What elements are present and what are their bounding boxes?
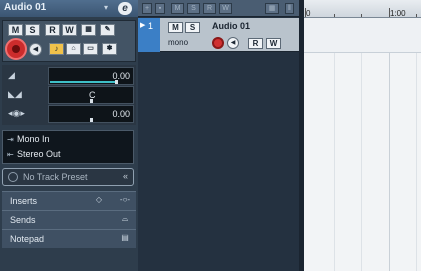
volume-row: ◢ 0.00	[2, 67, 136, 85]
add-track-icon[interactable]: +	[142, 3, 152, 14]
global-mute-icon[interactable]: ▪	[155, 3, 165, 14]
divider-icon[interactable]: ‖	[285, 3, 294, 14]
track-list: + ▪ M S R W ▦ ‖ ▶ 1 M S Audio 01 mono ◀ …	[138, 0, 304, 271]
volume-level-bar	[50, 81, 118, 83]
lanes-icon[interactable]: ▭	[83, 43, 98, 55]
sends-icon: ⌓	[121, 214, 129, 223]
expand-arrow-icon[interactable]: ▶	[140, 21, 145, 29]
grid-line	[361, 18, 362, 271]
edit-channel-button[interactable]: e	[118, 2, 132, 15]
grid-icon[interactable]: ▦	[81, 24, 96, 36]
pan-icon: ◣◢	[8, 89, 22, 99]
grid-line	[389, 18, 390, 271]
notepad-label: Notepad	[10, 234, 45, 244]
channel-faders: ◢ 0.00 ◣◢ C ◂◉▸ 0.00	[2, 65, 136, 125]
ruler-tick	[334, 14, 335, 17]
track-list-toolbar: + ▪ M S R W ▦ ‖	[138, 0, 304, 17]
bypass-icon[interactable]: ◇	[96, 195, 102, 204]
track-solo-button[interactable]: S	[185, 22, 200, 33]
volume-ramp-icon: ◢	[8, 70, 15, 80]
delay-handle[interactable]	[90, 118, 93, 122]
lock-icon[interactable]: ⌂	[66, 43, 81, 55]
chevron-down-icon[interactable]: ▾	[104, 4, 113, 12]
notepad-icon: ▤	[121, 233, 129, 242]
volume-field[interactable]: 0.00	[48, 67, 134, 85]
inspector-title-bar[interactable]: Audio 01 ▾ e	[0, 0, 138, 17]
output-routing[interactable]: ⇤ Stereo Out	[7, 147, 61, 162]
pan-field[interactable]: C	[48, 86, 134, 104]
track-record-button[interactable]	[212, 37, 224, 49]
ruler-tick	[305, 8, 306, 17]
track-lane[interactable]	[304, 18, 421, 53]
time-ruler[interactable]: 0 1:00	[304, 0, 421, 18]
pan-row: ◣◢ C	[2, 86, 136, 104]
ruler-tick	[389, 8, 390, 17]
delay-row: ◂◉▸ 0.00	[2, 105, 136, 123]
track-mute-button[interactable]: M	[168, 22, 183, 33]
track-number: 1	[148, 21, 154, 31]
color-palette-icon[interactable]: ▦	[265, 3, 279, 14]
read-automation-button[interactable]: R	[45, 24, 60, 36]
global-m-icon[interactable]: M	[171, 3, 184, 14]
record-enable-button[interactable]	[5, 38, 27, 60]
preset-icon	[8, 172, 18, 182]
delay-field[interactable]: 0.00	[48, 105, 134, 123]
global-w-icon[interactable]: W	[219, 3, 232, 14]
global-r-icon[interactable]: R	[203, 3, 216, 14]
inserts-section[interactable]: Inserts ◇ -○-	[2, 191, 136, 210]
double-chevron-icon: «	[122, 171, 128, 181]
global-s-icon[interactable]: S	[187, 3, 200, 14]
inspector-panel: Audio 01 ▾ e M S R W ▦ ✎ ◀ ♪ ⌂ ▭ ✽ ◢ 0.0…	[0, 0, 138, 271]
output-label: Stereo Out	[17, 149, 61, 159]
track-channel-config: mono	[168, 38, 189, 47]
edit-in-place-icon[interactable]: ✎	[100, 24, 115, 36]
delay-icon: ◂◉▸	[8, 108, 25, 118]
notepad-section[interactable]: Notepad ▤	[2, 229, 136, 248]
inserts-label: Inserts	[10, 196, 38, 206]
track-monitor-icon[interactable]: ◀	[227, 37, 239, 49]
inspector-track-name: Audio 01	[4, 2, 47, 13]
mute-button[interactable]: M	[8, 24, 23, 36]
ruler-tick	[361, 14, 362, 17]
input-icon: ⇥	[7, 135, 14, 144]
output-icon: ⇤	[7, 150, 14, 159]
sends-section[interactable]: Sends ⌓	[2, 210, 136, 229]
track-number-cell[interactable]: ▶ 1	[138, 18, 160, 52]
write-automation-button[interactable]: W	[62, 24, 77, 36]
monitor-speaker-icon[interactable]: ◀	[29, 43, 42, 56]
ruler-tick	[416, 14, 417, 17]
event-display[interactable]: 0 1:00	[304, 0, 421, 271]
musical-note-icon[interactable]: ♪	[49, 43, 64, 55]
ruler-label-1min: 1:00	[390, 9, 406, 18]
input-routing[interactable]: ⇥ Mono In	[7, 132, 50, 147]
ruler-label-start: 0	[306, 9, 311, 18]
track-name[interactable]: Audio 01	[212, 21, 250, 31]
routing-panel: ⇥ Mono In ⇤ Stereo Out	[2, 130, 134, 164]
grid-line	[416, 18, 417, 271]
track-row[interactable]: ▶ 1 M S Audio 01 mono ◀ R W	[138, 18, 304, 52]
track-preset-selector[interactable]: No Track Preset «	[2, 168, 134, 186]
track-write-button[interactable]: W	[266, 38, 281, 49]
sends-label: Sends	[10, 215, 36, 225]
input-label: Mono In	[17, 134, 50, 144]
delay-value: 0.00	[112, 109, 130, 119]
freeze-icon[interactable]: ✽	[102, 43, 117, 55]
track-read-button[interactable]: R	[248, 38, 263, 49]
grid-line	[334, 18, 335, 271]
inserts-icon: -○-	[119, 195, 131, 204]
volume-handle[interactable]	[115, 80, 118, 84]
solo-button[interactable]: S	[25, 24, 40, 36]
preset-label: No Track Preset	[23, 172, 88, 182]
pan-handle[interactable]	[90, 99, 93, 103]
